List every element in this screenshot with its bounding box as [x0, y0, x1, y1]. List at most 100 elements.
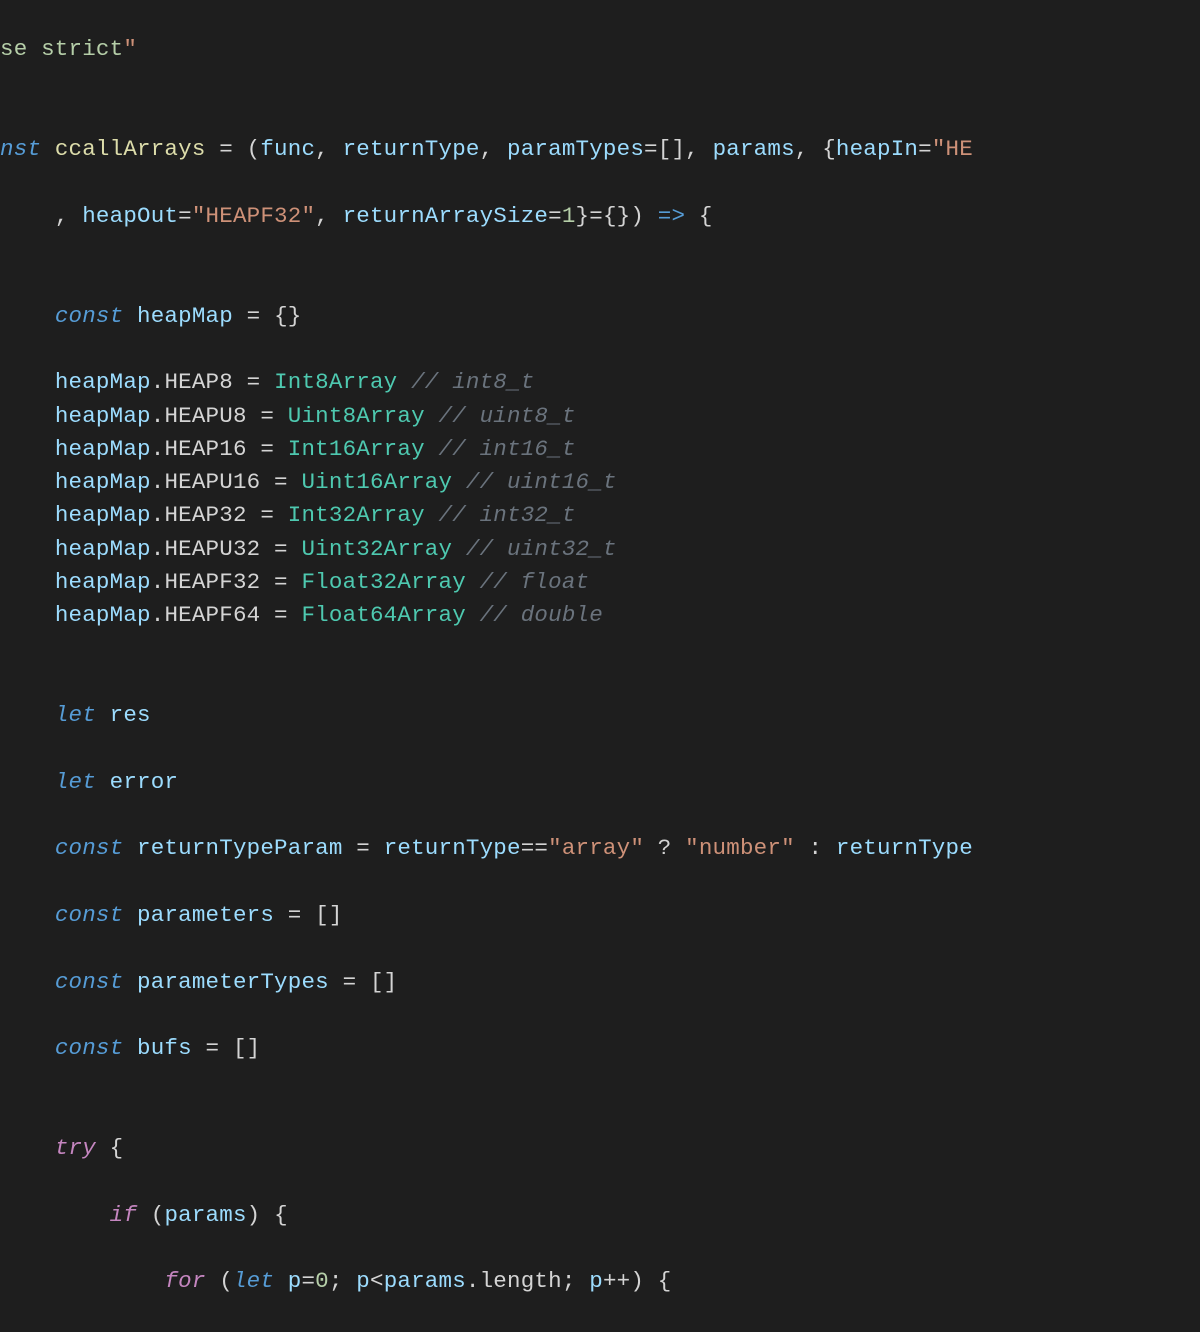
- code-token: heapMap: [137, 303, 233, 329]
- code-token: =: [247, 403, 288, 429]
- code-token: [0, 369, 55, 395]
- code-token: p: [589, 1268, 603, 1294]
- code-token: ,: [315, 203, 329, 229]
- code-token: =: [178, 203, 192, 229]
- code-token: // int16_t: [439, 436, 576, 462]
- code-token: Int8Array: [274, 369, 397, 395]
- code-token: (: [247, 136, 261, 162]
- code-token: [137, 1202, 151, 1228]
- code-line: heapMap.HEAP8 = Int8Array // int8_t: [0, 366, 1200, 399]
- code-token: heapMap: [55, 403, 151, 429]
- code-token: "number": [685, 835, 795, 861]
- code-token: {}: [603, 203, 630, 229]
- code-token: =: [233, 369, 274, 395]
- code-token: ,: [55, 203, 69, 229]
- code-token: // float: [480, 569, 590, 595]
- code-token: {: [658, 1268, 672, 1294]
- code-token: parameterTypes: [137, 969, 329, 995]
- code-token: se strict: [0, 36, 123, 62]
- code-token: try: [55, 1135, 96, 1161]
- code-token: [206, 136, 220, 162]
- code-token: ": [932, 136, 946, 162]
- code-token: params: [164, 1202, 246, 1228]
- code-token: [0, 469, 55, 495]
- code-token: ;: [562, 1268, 576, 1294]
- code-token: params: [713, 136, 795, 162]
- code-token: HEAPF32: [164, 569, 260, 595]
- code-line: heapMap.HEAPF32 = Float32Array // float: [0, 566, 1200, 599]
- code-token: HEAPF64: [164, 602, 260, 628]
- code-line: const returnTypeParam = returnType=="arr…: [0, 832, 1200, 865]
- code-token: ": [123, 36, 137, 62]
- code-token: []: [315, 902, 342, 928]
- code-token: // uint32_t: [466, 536, 617, 562]
- code-token: =: [288, 902, 302, 928]
- code-token: [206, 1268, 220, 1294]
- code-token: 0: [315, 1268, 329, 1294]
- code-token: [0, 502, 55, 528]
- code-token: [0, 569, 55, 595]
- code-token: {}: [274, 303, 301, 329]
- code-token: length: [480, 1268, 562, 1294]
- code-token: [0, 835, 55, 861]
- code-token: [0, 602, 55, 628]
- code-token: {: [822, 136, 836, 162]
- code-line: heapMap.HEAPU32 = Uint32Array // uint32_…: [0, 533, 1200, 566]
- code-token: // int32_t: [439, 502, 576, 528]
- code-token: ++: [603, 1268, 630, 1294]
- code-token: HEAPU16: [164, 469, 260, 495]
- code-token: Uint8Array: [288, 403, 425, 429]
- code-line: const heapMap = {}: [0, 300, 1200, 333]
- code-token: ,: [795, 136, 809, 162]
- code-token: heapMap: [55, 469, 151, 495]
- code-token: [260, 303, 274, 329]
- code-token: [219, 1035, 233, 1061]
- code-token: [233, 136, 247, 162]
- code-token: .: [151, 369, 165, 395]
- code-token: Float64Array: [301, 602, 465, 628]
- code-token: [329, 203, 343, 229]
- code-token: =[]: [644, 136, 685, 162]
- code-editor[interactable]: se strict" nst ccallArrays = (func, retu…: [0, 0, 1200, 1332]
- code-token: [0, 536, 55, 562]
- code-token: ): [630, 203, 644, 229]
- code-token: HEAP32: [164, 502, 246, 528]
- code-token: [0, 969, 55, 995]
- code-line: const bufs = []: [0, 1032, 1200, 1065]
- code-token: [329, 969, 343, 995]
- code-token: .: [151, 502, 165, 528]
- code-token: []: [233, 1035, 260, 1061]
- code-token: heapMap: [55, 569, 151, 595]
- code-token: heapMap: [55, 369, 151, 395]
- code-token: =: [260, 569, 301, 595]
- code-token: =: [219, 136, 233, 162]
- code-token: :: [808, 835, 822, 861]
- code-token: const: [55, 1035, 124, 1061]
- code-token: .: [466, 1268, 480, 1294]
- code-token: [274, 1268, 288, 1294]
- code-token: ,: [685, 136, 699, 162]
- code-token: error: [110, 769, 179, 795]
- code-line: try {: [0, 1132, 1200, 1165]
- code-token: ,: [315, 136, 329, 162]
- code-token: ): [247, 1202, 261, 1228]
- code-line: heapMap.HEAPF64 = Float64Array // double: [0, 599, 1200, 632]
- code-token: const: [55, 835, 124, 861]
- code-token: Float32Array: [301, 569, 465, 595]
- code-token: [0, 702, 55, 728]
- code-token: nst: [0, 136, 41, 162]
- code-token: =: [247, 502, 288, 528]
- code-token: [41, 136, 55, 162]
- code-line: heapMap.HEAP16 = Int16Array // int16_t: [0, 433, 1200, 466]
- code-token: HEAPU8: [164, 403, 246, 429]
- code-token: =>: [658, 203, 685, 229]
- code-token: =: [247, 436, 288, 462]
- code-token: .: [151, 403, 165, 429]
- code-token: let: [233, 1268, 274, 1294]
- code-token: {: [110, 1135, 124, 1161]
- code-token: [329, 136, 343, 162]
- code-token: [644, 1268, 658, 1294]
- code-token: ): [630, 1268, 644, 1294]
- code-token: ,: [480, 136, 494, 162]
- code-token: =: [589, 203, 603, 229]
